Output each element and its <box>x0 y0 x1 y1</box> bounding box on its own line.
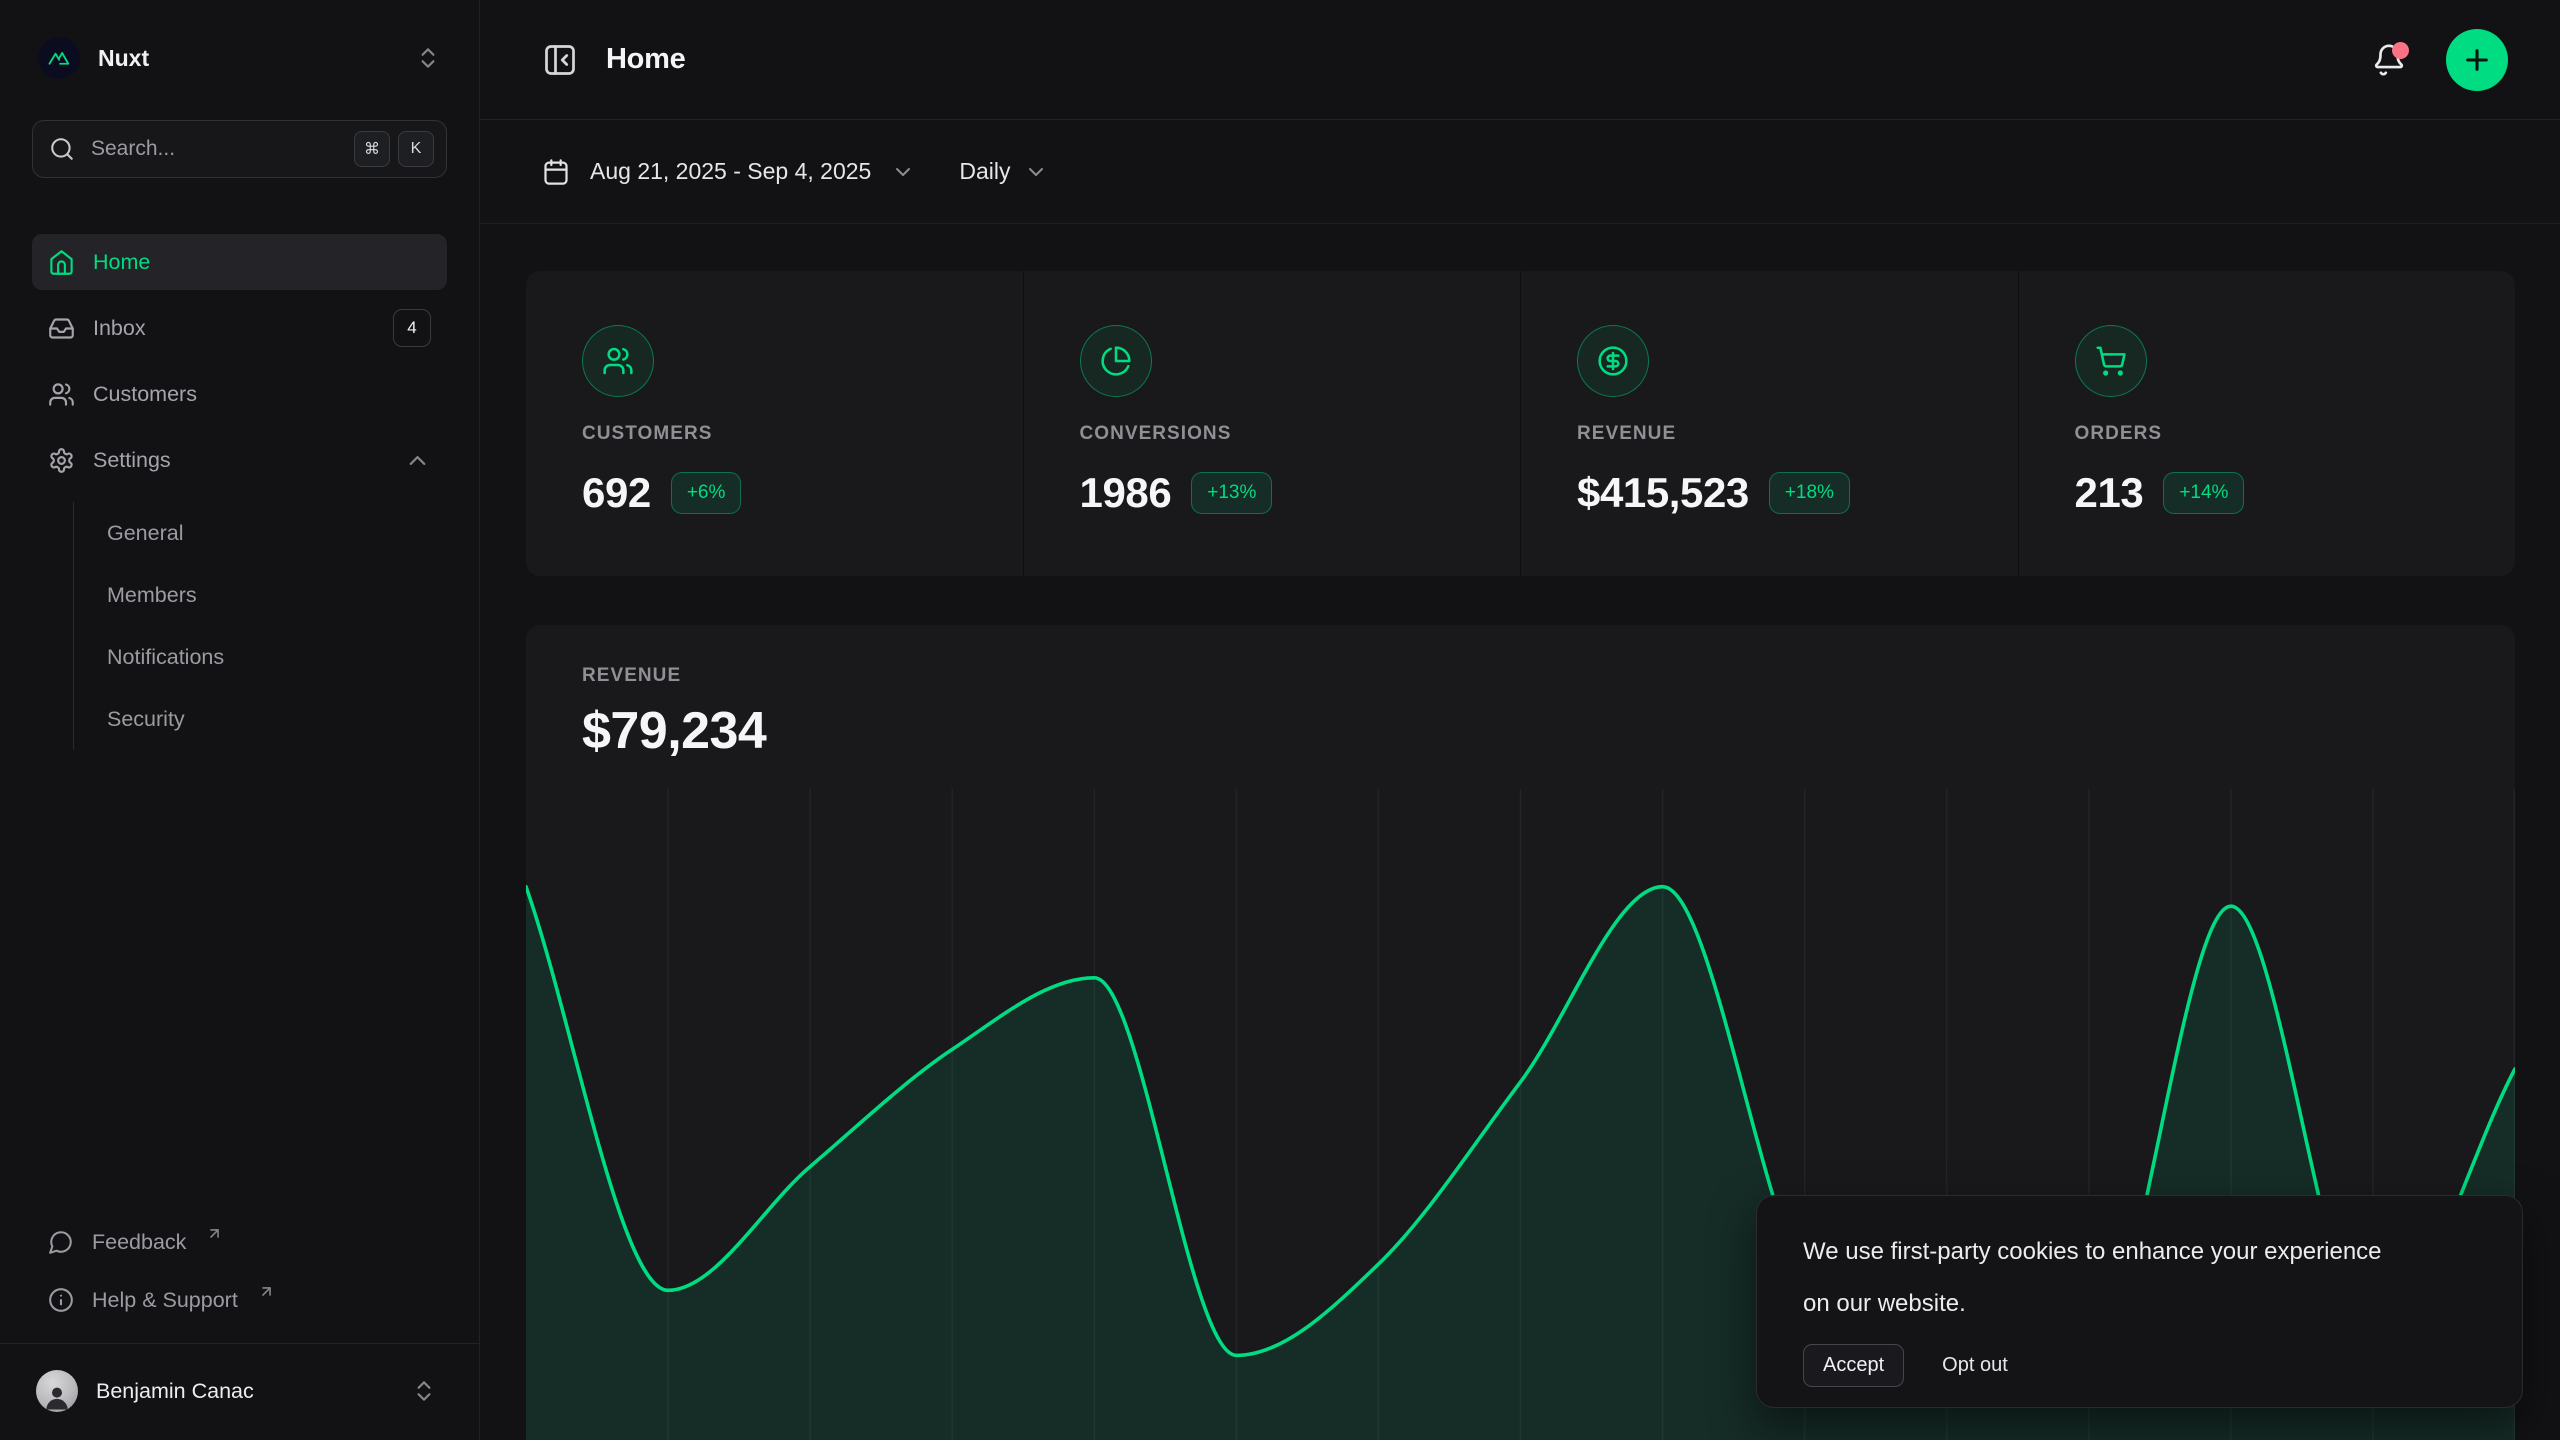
chevron-down-icon <box>891 160 915 184</box>
header-actions <box>2372 29 2508 91</box>
workspace-selector[interactable]: Nuxt <box>32 34 447 82</box>
stat-value: 213 <box>2075 469 2144 517</box>
arrow-up-right-icon <box>258 1283 275 1300</box>
sidebar-nav: Home Inbox 4 Customers <box>32 234 447 750</box>
sidebar-collapse-icon[interactable] <box>542 42 578 78</box>
stat-label: CUSTOMERS <box>582 423 983 445</box>
help-support-label: Help & Support <box>92 1288 238 1313</box>
stat-label: CONVERSIONS <box>1080 423 1481 445</box>
sidebar-item-general[interactable]: General <box>74 502 447 564</box>
date-range-value: Aug 21, 2025 - Sep 4, 2025 <box>590 158 871 185</box>
granularity-select[interactable]: Daily <box>959 158 1048 185</box>
shopping-cart-icon <box>2075 325 2147 397</box>
search-placeholder: Search... <box>91 137 338 161</box>
users-icon <box>48 381 75 408</box>
search-input[interactable]: Search... ⌘ K <box>32 120 447 178</box>
dollar-circle-icon <box>1577 325 1649 397</box>
revenue-chart-label: REVENUE <box>582 665 2459 687</box>
sidebar-item-home[interactable]: Home <box>32 234 447 290</box>
stat-delta-badge: +18% <box>1769 472 1850 514</box>
sidebar-item-settings[interactable]: Settings <box>32 432 447 488</box>
page-title: Home <box>606 43 685 76</box>
add-button[interactable] <box>2446 29 2508 91</box>
stat-delta-badge: +13% <box>1191 472 1272 514</box>
cookie-actions: Accept Opt out <box>1803 1344 2476 1387</box>
sidebar-item-notifications[interactable]: Notifications <box>74 626 447 688</box>
sidebar-item-inbox[interactable]: Inbox 4 <box>32 300 447 356</box>
cookie-banner: We use first-party cookies to enhance yo… <box>1756 1195 2523 1408</box>
info-circle-icon <box>48 1287 74 1313</box>
home-icon <box>48 249 75 276</box>
settings-subnav: General Members Notifications Security <box>73 502 447 750</box>
stat-value: $415,523 <box>1577 469 1749 517</box>
stat-value: 1986 <box>1080 469 1172 517</box>
chevrons-up-down-icon <box>415 45 441 71</box>
stat-label: REVENUE <box>1577 423 1978 445</box>
stat-card-customers[interactable]: CUSTOMERS 692 +6% <box>526 271 1023 576</box>
pie-chart-icon <box>1080 325 1152 397</box>
inbox-icon <box>48 315 75 342</box>
inbox-count-badge: 4 <box>393 309 431 347</box>
date-range-picker[interactable]: Aug 21, 2025 - Sep 4, 2025 <box>542 158 915 186</box>
sidebar-divider <box>0 1343 479 1344</box>
users-icon <box>582 325 654 397</box>
feedback-label: Feedback <box>92 1230 186 1255</box>
stat-delta-badge: +14% <box>2163 472 2244 514</box>
gear-icon <box>48 447 75 474</box>
cookie-message: We use first-party cookies to enhance yo… <box>1803 1226 2403 1330</box>
notification-dot <box>2392 42 2409 59</box>
sidebar: Nuxt Search... ⌘ K Home <box>0 0 480 1440</box>
chevrons-up-down-icon <box>411 1378 437 1404</box>
stat-label: ORDERS <box>2075 423 2476 445</box>
opt-out-button[interactable]: Opt out <box>1942 1354 2008 1377</box>
kbd-k: K <box>398 131 434 167</box>
sidebar-item-members[interactable]: Members <box>74 564 447 626</box>
nuxt-logo-icon <box>38 37 80 79</box>
revenue-chart-header: REVENUE $79,234 <box>526 625 2515 761</box>
user-menu[interactable]: Benjamin Canac <box>32 1358 447 1424</box>
workspace-name: Nuxt <box>98 45 397 72</box>
stat-card-conversions[interactable]: CONVERSIONS 1986 +13% <box>1024 271 1521 576</box>
notifications-button[interactable] <box>2372 43 2406 77</box>
user-name: Benjamin Canac <box>96 1379 393 1404</box>
accept-button[interactable]: Accept <box>1803 1344 1904 1387</box>
search-icon <box>49 136 75 162</box>
main-header: Home <box>480 0 2560 120</box>
stat-card-revenue[interactable]: REVENUE $415,523 +18% <box>1521 271 2018 576</box>
chevron-down-icon <box>1024 160 1048 184</box>
arrow-up-right-icon <box>206 1225 223 1242</box>
stats-row: CUSTOMERS 692 +6% CONVERSIONS 1986 <box>526 271 2515 576</box>
granularity-value: Daily <box>959 158 1010 185</box>
sidebar-item-customers[interactable]: Customers <box>32 366 447 422</box>
help-support-link[interactable]: Help & Support <box>32 1271 447 1329</box>
kbd-cmd: ⌘ <box>354 131 390 167</box>
filters-toolbar: Aug 21, 2025 - Sep 4, 2025 Daily <box>480 120 2560 224</box>
sidebar-spacer <box>32 750 447 1213</box>
search-shortcut: ⌘ K <box>354 131 434 167</box>
message-circle-icon <box>48 1229 74 1255</box>
revenue-chart-total: $79,234 <box>582 701 2459 761</box>
user-avatar <box>36 1370 78 1412</box>
chevron-up-icon <box>404 447 431 474</box>
plus-icon <box>2461 44 2493 76</box>
stat-card-orders[interactable]: ORDERS 213 +14% <box>2019 271 2516 576</box>
stat-value: 692 <box>582 469 651 517</box>
feedback-link[interactable]: Feedback <box>32 1213 447 1271</box>
calendar-icon <box>542 158 570 186</box>
stat-delta-badge: +6% <box>671 472 742 514</box>
sidebar-item-security[interactable]: Security <box>74 688 447 750</box>
